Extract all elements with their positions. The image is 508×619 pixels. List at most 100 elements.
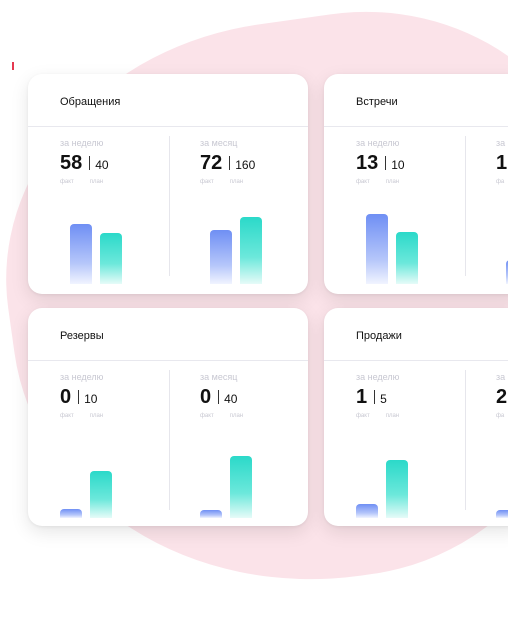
plan-label: план bbox=[385, 413, 400, 419]
fact-value: 0 bbox=[60, 386, 72, 408]
fact-bar bbox=[60, 509, 82, 518]
card-title: Встречи bbox=[356, 96, 398, 108]
plan-value: 160 bbox=[235, 158, 256, 172]
metric-period: за неделю bbox=[356, 138, 400, 148]
plan-label: план bbox=[89, 413, 104, 419]
fact-bar bbox=[496, 510, 508, 518]
plan-label: план bbox=[385, 179, 400, 185]
metric-period: за месяц bbox=[200, 372, 238, 382]
fact-bar bbox=[200, 510, 222, 518]
bar-chart bbox=[496, 422, 508, 518]
fact-value: 72 bbox=[200, 152, 223, 174]
value-separator bbox=[374, 390, 376, 404]
metric-month: за 1 фа bbox=[496, 136, 508, 286]
fact-label: факт bbox=[200, 413, 214, 419]
card-title: Продажи bbox=[356, 330, 402, 342]
bar-chart bbox=[60, 188, 170, 284]
accent-mark bbox=[12, 62, 14, 70]
plan-bar bbox=[240, 217, 262, 284]
card-obrashcheniya[interactable]: Обращения за неделю 58 40 факт план за мес… bbox=[28, 74, 308, 294]
fact-label: фа bbox=[496, 413, 505, 419]
plan-label: план bbox=[229, 413, 244, 419]
bar-chart bbox=[60, 422, 170, 518]
metric-sub-labels: фа bbox=[496, 179, 504, 185]
metric-values: 72 160 bbox=[200, 152, 255, 175]
card-rezervy[interactable]: Резервы за неделю 0 10 факт план за месяц … bbox=[28, 308, 308, 526]
bar-chart bbox=[356, 422, 466, 518]
metric-week: за неделю 15 факт план bbox=[356, 370, 486, 520]
plan-bar bbox=[386, 460, 408, 518]
fact-bar bbox=[210, 230, 232, 284]
metric-sub-labels: фа bbox=[496, 413, 504, 419]
fact-label: фа bbox=[496, 179, 505, 185]
metric-values: 1 bbox=[496, 152, 507, 175]
plan-value: 10 bbox=[391, 158, 405, 172]
value-separator bbox=[385, 156, 387, 170]
metric-sub-labels: факт план bbox=[60, 413, 103, 419]
bar-chart bbox=[200, 188, 308, 284]
metric-divider bbox=[169, 136, 170, 276]
metric-period: за bbox=[496, 138, 506, 148]
metric-values: 15 bbox=[356, 386, 387, 409]
plan-value: 5 bbox=[380, 392, 387, 406]
metric-sub-labels: факт план bbox=[356, 413, 399, 419]
metric-sub-labels: факт план bbox=[200, 413, 243, 419]
metric-week: за неделю 58 40 факт план bbox=[60, 136, 190, 286]
card-vstrechi[interactable]: Встречи за неделю 13 10 факт план за 1 фа bbox=[324, 74, 508, 294]
fact-label: факт bbox=[60, 413, 74, 419]
metric-divider bbox=[465, 370, 466, 510]
plan-bar bbox=[230, 456, 252, 518]
card-prodazhi[interactable]: Продажи за неделю 15 факт план за 2 фа bbox=[324, 308, 508, 526]
fact-label: факт bbox=[60, 179, 74, 185]
card-divider bbox=[28, 360, 308, 361]
metric-sub-labels: факт план bbox=[200, 179, 243, 185]
metric-period: за неделю bbox=[60, 372, 104, 382]
value-separator bbox=[229, 156, 231, 170]
metric-values: 2 bbox=[496, 386, 507, 409]
metric-sub-labels: факт план bbox=[60, 179, 103, 185]
fact-value: 1 bbox=[356, 386, 368, 408]
metric-values: 0 40 bbox=[200, 386, 237, 409]
bar-chart bbox=[200, 422, 308, 518]
metric-values: 13 10 bbox=[356, 152, 405, 175]
card-divider bbox=[324, 360, 508, 361]
fact-value: 1 bbox=[496, 152, 508, 174]
fact-bar bbox=[70, 224, 92, 284]
metric-month: за месяц 72 160 факт план bbox=[200, 136, 308, 286]
plan-value: 40 bbox=[224, 392, 238, 406]
fact-label: факт bbox=[356, 179, 370, 185]
fact-label: факт bbox=[200, 179, 214, 185]
metric-period: за неделю bbox=[356, 372, 400, 382]
value-separator bbox=[89, 156, 91, 170]
plan-bar bbox=[396, 232, 418, 284]
bar-chart bbox=[496, 188, 508, 284]
fact-bar bbox=[366, 214, 388, 284]
metric-period: за месяц bbox=[200, 138, 238, 148]
fact-value: 0 bbox=[200, 386, 212, 408]
value-separator bbox=[218, 390, 220, 404]
metric-divider bbox=[169, 370, 170, 510]
card-title: Обращения bbox=[60, 96, 121, 108]
metric-week: за неделю 0 10 факт план bbox=[60, 370, 190, 520]
card-divider bbox=[28, 126, 308, 127]
value-separator bbox=[78, 390, 80, 404]
plan-bar bbox=[100, 233, 122, 284]
plan-label: план bbox=[229, 179, 244, 185]
fact-bar bbox=[356, 504, 378, 518]
metric-period: за неделю bbox=[60, 138, 104, 148]
fact-value: 2 bbox=[496, 386, 508, 408]
metric-divider bbox=[465, 136, 466, 276]
fact-value: 58 bbox=[60, 152, 83, 174]
metric-month: за 2 фа bbox=[496, 370, 508, 520]
metric-values: 0 10 bbox=[60, 386, 97, 409]
fact-value: 13 bbox=[356, 152, 379, 174]
metric-period: за bbox=[496, 372, 506, 382]
plan-value: 40 bbox=[95, 158, 109, 172]
fact-label: факт bbox=[356, 413, 370, 419]
metric-month: за месяц 0 40 факт план bbox=[200, 370, 308, 520]
metric-sub-labels: факт план bbox=[356, 179, 399, 185]
bar-chart bbox=[356, 188, 466, 284]
plan-label: план bbox=[89, 179, 104, 185]
plan-value: 10 bbox=[84, 392, 98, 406]
metric-week: за неделю 13 10 факт план bbox=[356, 136, 486, 286]
